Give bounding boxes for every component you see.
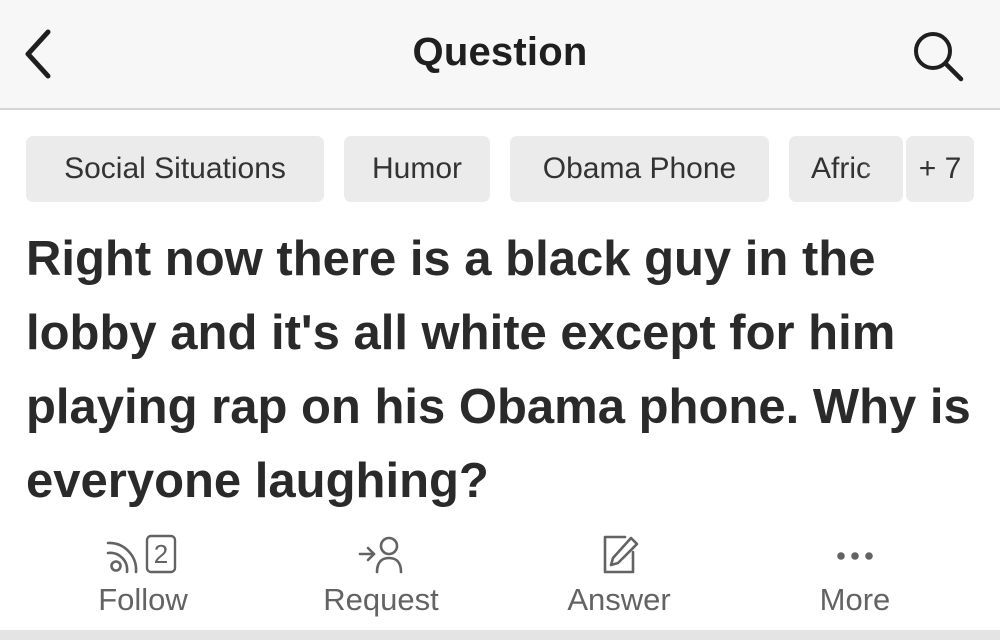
action-bar: 2 Follow Request Answer More [0,526,1000,628]
answer-label: Answer [567,582,671,617]
topic-chip-social-situations[interactable]: Social Situations [26,136,324,202]
chip-fade-overlay [863,136,903,202]
question-text: Right now there is a black guy in the lo… [26,232,971,508]
search-button[interactable] [910,28,966,84]
request-label: Request [323,582,439,617]
more-topics-chip[interactable]: + 7 [906,136,974,202]
section-divider [0,630,1000,640]
top-nav-bar: Question [0,0,1000,110]
topic-chip-label: Obama Phone [542,152,737,185]
request-person-icon [358,536,403,574]
search-icon [914,32,964,82]
more-button[interactable]: More [780,526,930,628]
answer-button[interactable]: Answer [544,526,694,628]
pencil-edit-icon [603,535,639,574]
more-dots-icon [837,552,873,560]
follow-label: Follow [98,582,188,617]
topic-chip-label: Social Situations [64,152,286,185]
follow-count: 2 [154,539,168,569]
page-title: Question [412,30,588,74]
topic-chip-label: Humor [371,152,462,185]
follow-button[interactable]: 2 Follow [68,526,218,628]
request-button[interactable]: Request [306,526,456,628]
topic-chip-label: Afric [811,152,871,185]
topic-chip-obama-phone[interactable]: Obama Phone [510,136,769,202]
more-topics-label: + 7 [918,152,962,185]
more-label: More [819,582,891,617]
topic-chips: Social Situations Humor Obama Phone Afri… [26,136,1000,202]
topic-chip-truncated[interactable]: Afric [789,136,903,202]
topic-chip-humor[interactable]: Humor [344,136,490,202]
follow-feed-icon: 2 [106,534,177,574]
